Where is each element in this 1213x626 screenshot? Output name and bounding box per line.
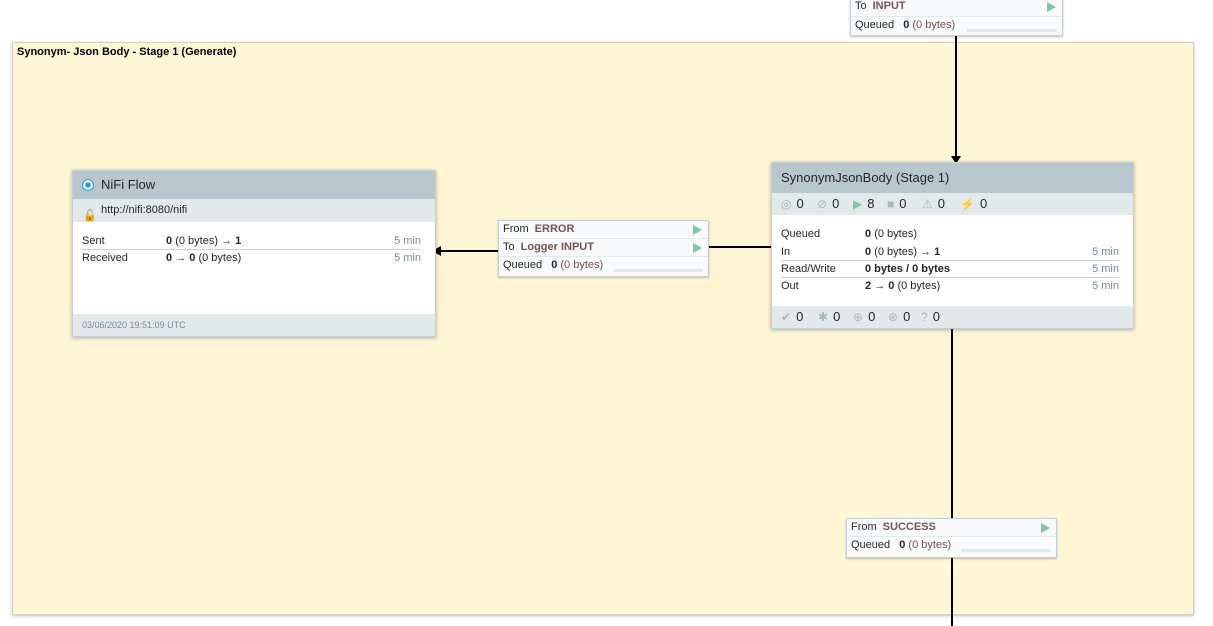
rw-value: 0 bytes / 0 bytes xyxy=(865,263,950,275)
modified-stale-count: ⊛ 0 xyxy=(888,306,910,328)
sync-failure-count: ? 0 xyxy=(921,306,940,328)
running-icon: ▶ xyxy=(853,197,863,211)
connection-line-error-left[interactable] xyxy=(440,250,498,252)
rpg-header: NiFi Flow xyxy=(73,171,435,199)
queue-bar xyxy=(967,29,1057,32)
in-label: In xyxy=(781,246,791,258)
transmitting-icon: ◎ xyxy=(781,197,792,211)
rw-label: Read/Write xyxy=(781,263,836,275)
label-text: Synonym- Json Body - Stage 1 (Generate) xyxy=(17,46,237,58)
stale-count: ⊕ 0 xyxy=(853,306,875,328)
connection-queued-row: Queued 0 (0 bytes) xyxy=(847,537,1056,554)
running-count: ▶ 8 xyxy=(853,193,874,215)
pg-rw-row: Read/Write 0 bytes / 0 bytes 5 min xyxy=(781,261,1119,278)
out-value: 2 → 0 (0 bytes) xyxy=(865,280,941,292)
queued-size: (0 bytes) xyxy=(912,19,956,31)
play-icon xyxy=(1047,2,1056,12)
disabled-count: ⚡ 0 xyxy=(960,193,987,215)
rpg-footer: 03/06/2020 19:51:09 UTC xyxy=(73,314,435,336)
queue-bar xyxy=(961,549,1051,552)
transmitting-count: ◎ 0 xyxy=(781,193,804,215)
alert-icon: ⊛ xyxy=(888,310,899,324)
to-value: Logger INPUT xyxy=(520,241,594,253)
received-time: 5 min xyxy=(394,252,421,264)
connection-queued-row: Queued 0 (0 bytes) xyxy=(499,257,708,274)
pg-name: SynonymJsonBody (Stage 1) xyxy=(781,170,950,185)
connection-line-input[interactable] xyxy=(955,36,957,158)
play-icon xyxy=(693,243,702,253)
up-to-date-count: ✔ 0 xyxy=(781,306,803,328)
disabled-icon: ⚡ xyxy=(960,197,975,211)
pg-out-row: Out 2 → 0 (0 bytes) 5 min xyxy=(781,278,1119,294)
connection-from-row: From SUCCESS xyxy=(847,519,1056,537)
play-icon xyxy=(693,225,702,235)
to-label: To xyxy=(855,0,867,12)
connection-line-error-right[interactable] xyxy=(708,246,772,248)
check-icon: ✔ xyxy=(781,310,792,324)
queued-count: 0 xyxy=(899,539,906,551)
unlock-icon: 🔓 xyxy=(83,210,97,222)
from-value: ERROR xyxy=(534,223,575,235)
in-time: 5 min xyxy=(1092,246,1119,258)
connection-queued-row: Queued 0 (0 bytes) xyxy=(851,17,1062,34)
connection-line-success-lower[interactable] xyxy=(951,558,953,626)
out-label: Out xyxy=(781,280,799,292)
remote-process-group[interactable]: NiFi Flow 🔓 http://nifi:8080/nifi Sent 0… xyxy=(72,170,436,337)
pg-queued-row: Queued 0 (0 bytes) xyxy=(781,226,1119,242)
queued-label: Queued xyxy=(855,19,895,31)
asterisk-icon: ✱ xyxy=(818,310,829,324)
not-transmitting-icon: ⊘ xyxy=(817,197,828,211)
rw-time: 5 min xyxy=(1092,263,1119,275)
input-connection-label[interactable]: To INPUT Queued 0 (0 bytes) xyxy=(850,0,1063,36)
rpg-url-bar: 🔓 http://nifi:8080/nifi xyxy=(73,199,435,222)
pg-version-bar: ✔ 0 ✱ 0 ⊕ 0 ⊛ 0 ? 0 xyxy=(772,306,1133,328)
queued-label: Queued xyxy=(851,539,891,551)
queued-size: (0 bytes) xyxy=(908,539,952,551)
to-value: INPUT xyxy=(872,0,906,12)
invalid-count: ⚠ 0 xyxy=(922,193,945,215)
connection-to-row: To Logger INPUT xyxy=(499,239,708,257)
rpg-timestamp: 03/06/2020 19:51:09 UTC xyxy=(82,320,186,330)
transmitting-icon xyxy=(82,179,94,191)
sent-value: 0 (0 bytes) → 1 xyxy=(166,235,242,247)
queued-value: 0 (0 bytes) xyxy=(865,228,917,240)
connection-from-row: From ERROR xyxy=(499,221,708,239)
sent-row: Sent 0 (0 bytes) → 1 5 min xyxy=(82,233,421,250)
success-connection-label[interactable]: From SUCCESS Queued 0 (0 bytes) xyxy=(846,518,1057,558)
received-value: 0 → 0 (0 bytes) xyxy=(166,252,242,264)
to-label: To xyxy=(503,241,515,253)
connection-to-row: To INPUT xyxy=(851,0,1062,17)
queued-size: (0 bytes) xyxy=(560,259,604,271)
warning-icon: ⚠ xyxy=(922,197,933,211)
upgrade-icon: ⊕ xyxy=(853,310,864,324)
from-label: From xyxy=(851,521,877,533)
queued-label: Queued xyxy=(503,259,543,271)
from-label: From xyxy=(503,223,529,235)
stopped-icon: ■ xyxy=(887,197,895,211)
rpg-url[interactable]: http://nifi:8080/nifi xyxy=(101,204,187,216)
sent-label: Sent xyxy=(82,235,105,247)
pg-counts-bar: ◎ 0 ⊘ 0 ▶ 8 ■ 0 ⚠ 0 ⚡ 0 xyxy=(772,193,1133,215)
queued-count: 0 xyxy=(551,259,558,271)
sent-time: 5 min xyxy=(394,235,421,247)
question-icon: ? xyxy=(921,310,928,324)
out-time: 5 min xyxy=(1092,280,1119,292)
play-icon xyxy=(1041,523,1050,533)
in-value: 0 (0 bytes) → 1 xyxy=(865,246,941,258)
error-connection-label[interactable]: From ERROR To Logger INPUT Queued 0 (0 byt… xyxy=(498,220,709,277)
process-group[interactable]: SynonymJsonBody (Stage 1) ◎ 0 ⊘ 0 ▶ 8 ■ 0 ⚠ 0… xyxy=(771,162,1134,329)
queued-count: 0 xyxy=(903,19,910,31)
stopped-count: ■ 0 xyxy=(887,193,906,215)
pg-in-row: In 0 (0 bytes) → 1 5 min xyxy=(781,244,1119,261)
locally-modified-count: ✱ 0 xyxy=(818,306,840,328)
queue-bar xyxy=(613,269,703,272)
received-row: Received 0 → 0 (0 bytes) 5 min xyxy=(82,250,421,266)
rpg-name: NiFi Flow xyxy=(101,177,156,192)
pg-header: SynonymJsonBody (Stage 1) xyxy=(772,163,1133,193)
from-value: SUCCESS xyxy=(882,521,936,533)
queued-label: Queued xyxy=(781,228,821,240)
not-transmitting-count: ⊘ 0 xyxy=(817,193,839,215)
connection-line-success-upper[interactable] xyxy=(951,328,953,518)
received-label: Received xyxy=(82,252,128,264)
